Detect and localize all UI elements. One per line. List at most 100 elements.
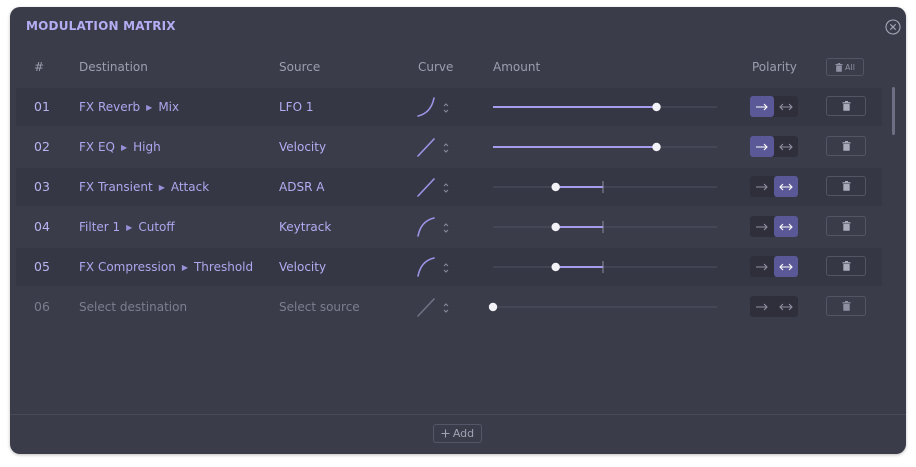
unipolar-button[interactable] bbox=[750, 296, 774, 317]
amount-slider-graphic bbox=[493, 181, 717, 193]
source-label: Velocity bbox=[279, 140, 327, 154]
curve-selector[interactable] bbox=[416, 216, 436, 238]
bipolar-button[interactable] bbox=[774, 216, 798, 237]
matrix-row: 01 FX Reverb ▶ Mix LFO 1 bbox=[16, 88, 882, 126]
curve-stepper[interactable] bbox=[442, 140, 450, 154]
curve-linear-icon bbox=[417, 138, 435, 157]
delete-row-button[interactable] bbox=[826, 296, 866, 316]
matrix-row: 03 FX Transient ▶ Attack ADSR A bbox=[16, 168, 882, 206]
source-selector[interactable]: ADSR A bbox=[279, 168, 324, 206]
slider-knob[interactable] bbox=[652, 102, 661, 112]
curve-selector[interactable] bbox=[416, 96, 436, 118]
chevron-up-down-icon bbox=[443, 263, 449, 273]
close-button[interactable] bbox=[885, 19, 901, 35]
arrows-left-right-icon bbox=[779, 263, 793, 270]
polarity-toggle bbox=[750, 296, 798, 317]
row-number: 05 bbox=[34, 259, 50, 274]
amount-slider[interactable] bbox=[493, 136, 717, 158]
curve-stepper[interactable] bbox=[442, 220, 450, 234]
source-selector[interactable]: Velocity bbox=[279, 248, 326, 286]
destination-selector[interactable]: FX Compression ▶ Threshold bbox=[79, 248, 253, 286]
curve-linear-icon bbox=[417, 178, 435, 197]
destination-parameter: Cutoff bbox=[138, 220, 175, 234]
amount-slider[interactable] bbox=[493, 176, 717, 198]
scrollbar[interactable] bbox=[892, 87, 895, 135]
curve-stepper[interactable] bbox=[442, 100, 450, 114]
amount-slider[interactable] bbox=[493, 216, 717, 238]
destination-selector[interactable]: Filter 1 ▶ Cutoff bbox=[79, 208, 175, 246]
footer-divider bbox=[10, 414, 906, 415]
destination-parameter: High bbox=[133, 140, 161, 154]
slider-knob[interactable] bbox=[551, 262, 560, 272]
delete-row-button[interactable] bbox=[826, 256, 866, 276]
close-icon bbox=[885, 19, 901, 35]
delete-row-button[interactable] bbox=[826, 96, 866, 116]
polarity-toggle bbox=[750, 136, 798, 157]
amount-slider[interactable] bbox=[488, 296, 717, 318]
polarity-toggle bbox=[750, 176, 798, 197]
matrix-row: 06 Select destination Select source bbox=[16, 288, 882, 326]
arrow-right-icon bbox=[756, 263, 768, 270]
bipolar-button[interactable] bbox=[774, 176, 798, 197]
source-selector[interactable]: Keytrack bbox=[279, 208, 331, 246]
unipolar-button[interactable] bbox=[750, 216, 774, 237]
bipolar-button[interactable] bbox=[774, 296, 798, 317]
chevron-up-down-icon bbox=[443, 303, 449, 313]
curve-selector[interactable] bbox=[416, 256, 436, 278]
slider-knob[interactable] bbox=[551, 182, 560, 192]
add-label: Add bbox=[452, 427, 475, 440]
delete-all-button[interactable]: All bbox=[826, 58, 864, 76]
arrow-right-icon bbox=[756, 143, 768, 150]
curve-selector[interactable] bbox=[416, 176, 436, 198]
delete-row-button[interactable] bbox=[826, 136, 866, 156]
bipolar-button[interactable] bbox=[774, 136, 798, 157]
destination-module: FX Reverb bbox=[79, 100, 141, 114]
chevron-up-down-icon bbox=[443, 223, 449, 233]
arrows-left-right-icon bbox=[779, 183, 793, 190]
matrix-row: 05 FX Compression ▶ Threshold Velocity bbox=[16, 248, 882, 286]
unipolar-button[interactable] bbox=[750, 176, 774, 197]
polarity-toggle bbox=[750, 216, 798, 237]
curve-stepper[interactable] bbox=[442, 300, 450, 314]
delete-row-button[interactable] bbox=[826, 176, 866, 196]
amount-slider[interactable] bbox=[493, 96, 717, 118]
trash-icon bbox=[842, 221, 850, 231]
unipolar-button[interactable] bbox=[750, 96, 774, 117]
source-placeholder: Select source bbox=[279, 300, 360, 314]
curve-stepper[interactable] bbox=[442, 180, 450, 194]
destination-parameter: Threshold bbox=[193, 260, 254, 274]
slider-knob[interactable] bbox=[652, 142, 661, 152]
source-selector[interactable]: Velocity bbox=[279, 128, 326, 166]
trash-icon bbox=[842, 181, 850, 191]
unipolar-button[interactable] bbox=[750, 136, 774, 157]
row-number: 01 bbox=[34, 99, 50, 114]
slider-knob[interactable] bbox=[551, 222, 560, 232]
header-number: # bbox=[34, 60, 45, 74]
polarity-toggle bbox=[750, 96, 798, 117]
curve-selector[interactable] bbox=[416, 296, 436, 318]
unipolar-button[interactable] bbox=[750, 256, 774, 277]
arrow-right-icon bbox=[756, 183, 768, 190]
chevron-up-down-icon bbox=[443, 103, 449, 113]
destination-selector[interactable]: Select destination bbox=[79, 288, 187, 326]
plus-icon bbox=[441, 429, 450, 438]
curve-stepper[interactable] bbox=[442, 260, 450, 274]
arrows-left-right-icon bbox=[779, 223, 793, 230]
header-polarity: Polarity bbox=[752, 60, 797, 74]
bipolar-button[interactable] bbox=[774, 96, 798, 117]
caret-right-icon: ▶ bbox=[126, 223, 133, 232]
add-button[interactable]: Add bbox=[433, 424, 482, 443]
destination-selector[interactable]: FX EQ ▶ High bbox=[79, 128, 161, 166]
curve-selector[interactable] bbox=[416, 136, 436, 158]
row-number: 06 bbox=[34, 299, 50, 314]
bipolar-button[interactable] bbox=[774, 256, 798, 277]
destination-selector[interactable]: FX Transient ▶ Attack bbox=[79, 168, 209, 206]
slider-knob[interactable] bbox=[488, 302, 498, 312]
delete-row-button[interactable] bbox=[826, 216, 866, 236]
source-selector[interactable]: LFO 1 bbox=[279, 88, 313, 126]
amount-slider[interactable] bbox=[493, 256, 717, 278]
arrows-left-right-icon bbox=[779, 143, 793, 150]
destination-selector[interactable]: FX Reverb ▶ Mix bbox=[79, 88, 179, 126]
source-selector[interactable]: Select source bbox=[279, 288, 360, 326]
caret-right-icon: ▶ bbox=[146, 103, 153, 112]
